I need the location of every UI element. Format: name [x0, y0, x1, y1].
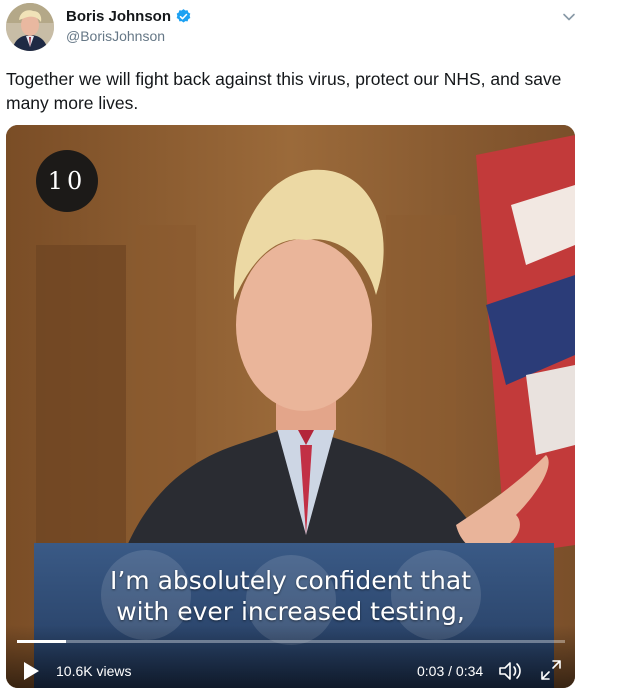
avatar[interactable] [6, 3, 54, 51]
fullscreen-icon[interactable] [540, 659, 562, 681]
play-icon[interactable] [21, 660, 41, 682]
no10-logo-badge: 10 [36, 150, 98, 212]
chevron-down-icon[interactable] [561, 9, 577, 25]
playback-time: 0:03 / 0:34 [417, 663, 484, 679]
author-name[interactable]: Boris Johnson [66, 8, 192, 25]
volume-icon[interactable] [497, 659, 523, 683]
subtitle-line-1: I’m absolutely confident that [109, 566, 472, 595]
progress-bar-fill [17, 640, 67, 643]
author-handle[interactable]: @BorisJohnson [66, 28, 165, 44]
author-name-text[interactable]: Boris Johnson [66, 8, 171, 25]
tweet-text: Together we will fight back against this… [6, 69, 562, 113]
video-player[interactable]: 10 I’m absolutely confident that with ev… [6, 125, 575, 688]
avatar-image [6, 3, 54, 51]
subtitle-line-2: with ever increased testing, [116, 597, 465, 626]
view-count: 10.6K views [56, 663, 132, 679]
progress-bar[interactable] [17, 640, 565, 643]
video-subtitle: I’m absolutely confident that with ever … [6, 565, 575, 627]
verified-badge-icon [176, 9, 191, 23]
